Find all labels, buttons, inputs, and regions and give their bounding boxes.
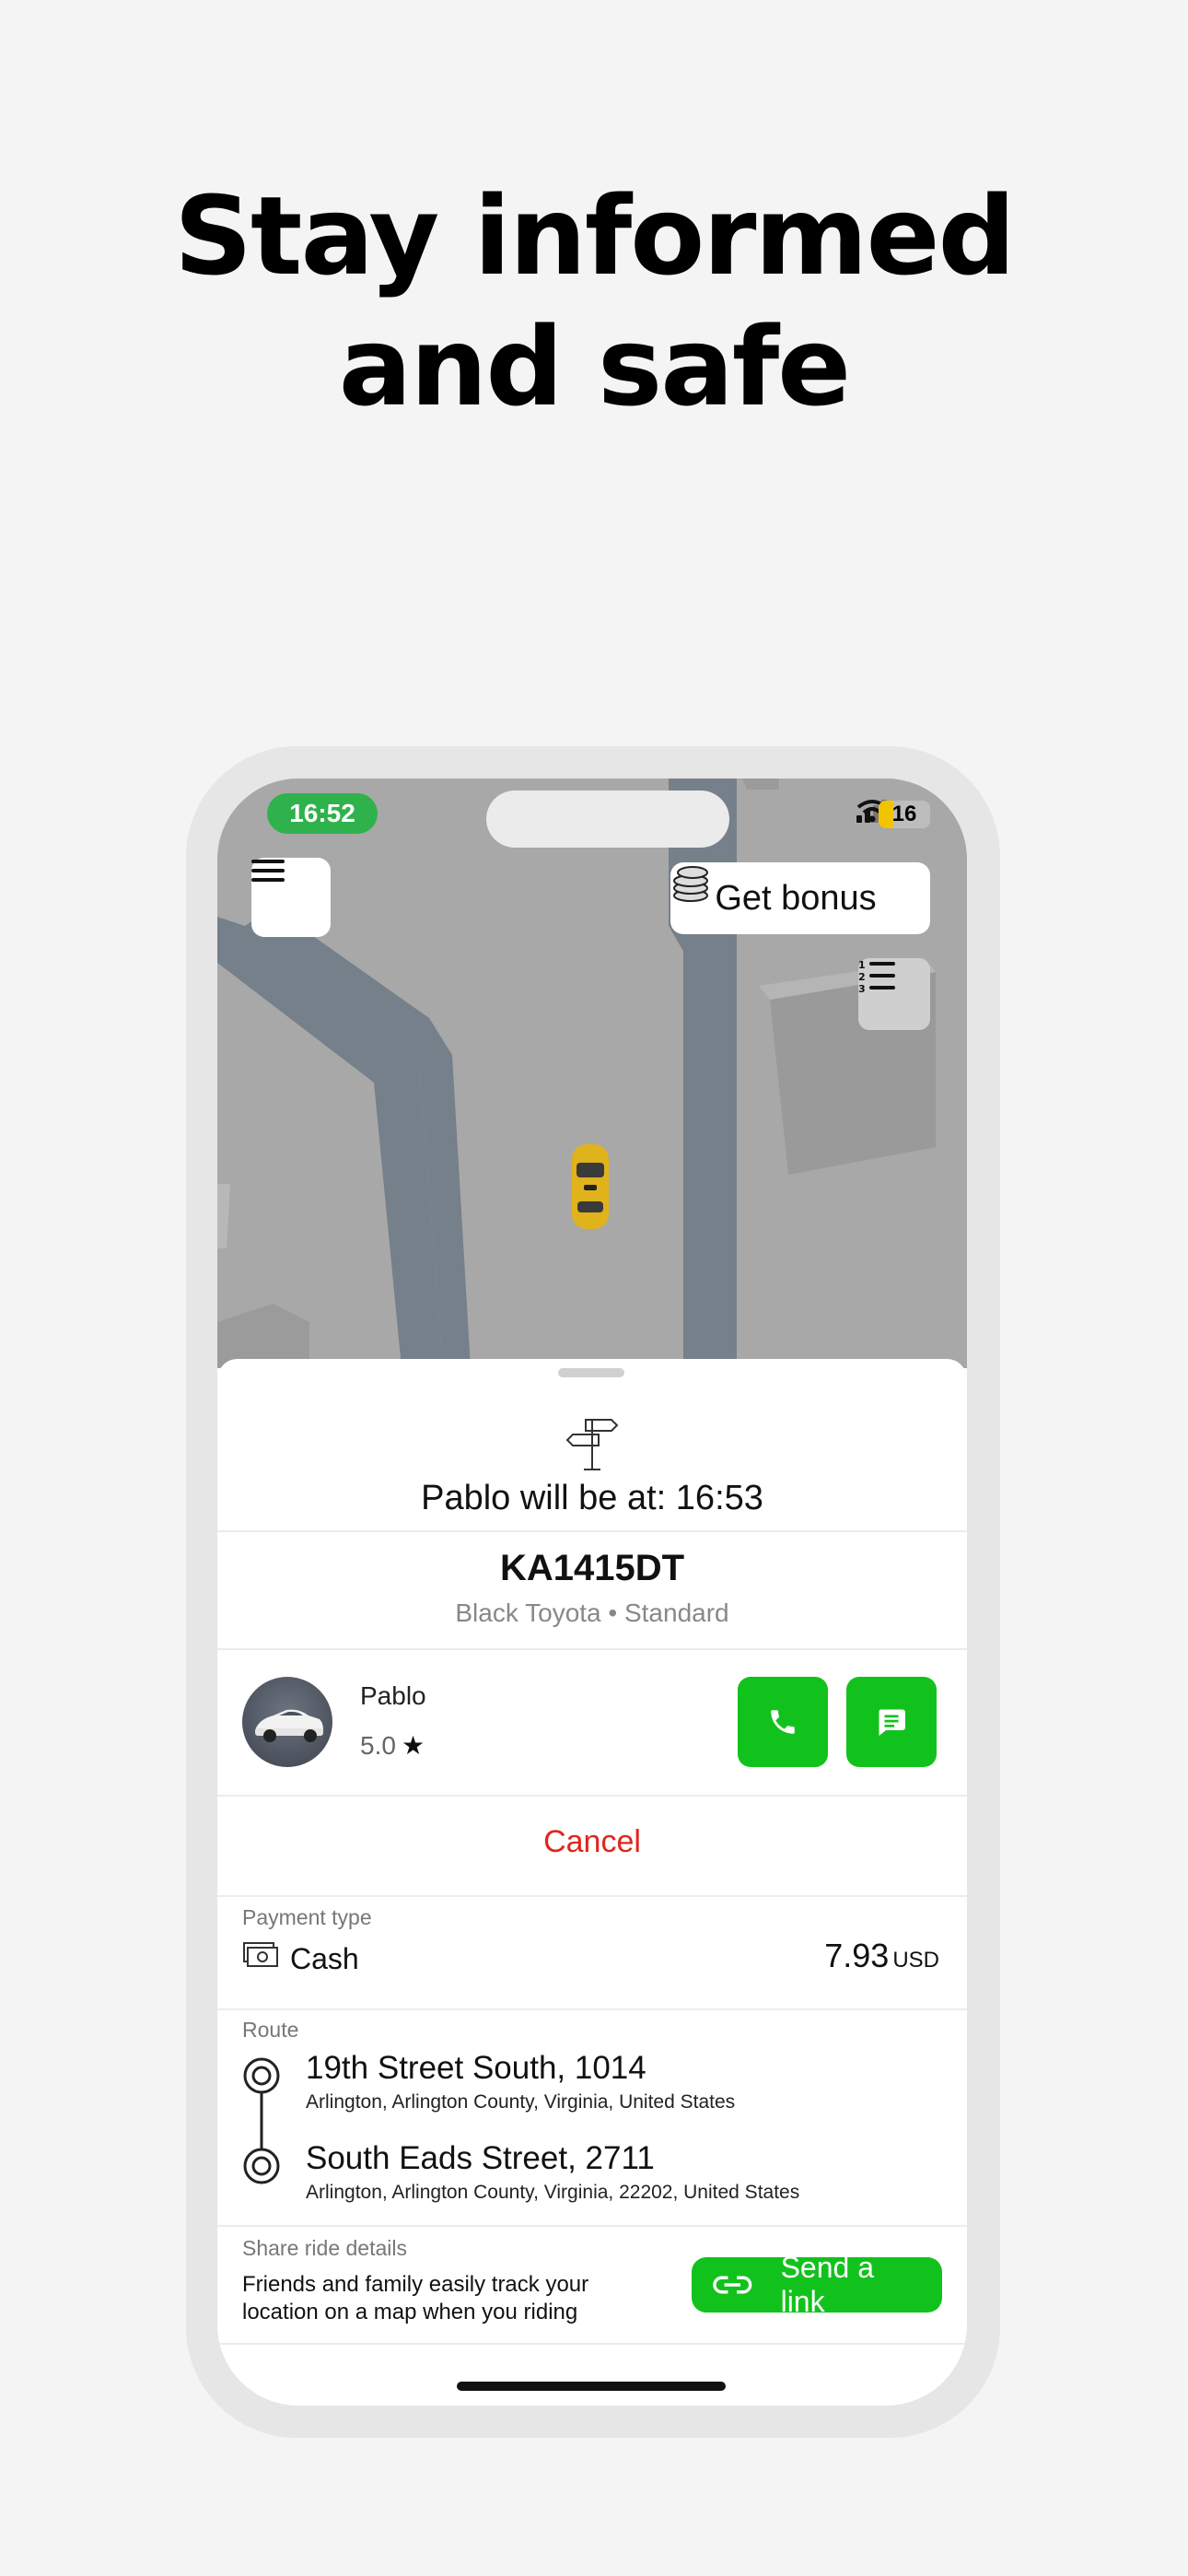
route-label: Route — [242, 2018, 299, 2042]
price-amount: 7.93 — [824, 1937, 890, 1974]
divider — [217, 2225, 967, 2227]
price-currency: USD — [892, 1948, 939, 1973]
eta-text: Pablo will be at: 16:53 — [421, 1479, 763, 1517]
payment-method[interactable]: Cash — [242, 1939, 359, 1978]
divider — [217, 1895, 967, 1897]
menu-button[interactable] — [251, 858, 331, 937]
signpost-icon — [564, 1414, 621, 1476]
phone-icon — [771, 1710, 795, 1734]
svg-text:3: 3 — [858, 983, 866, 993]
cancel-button[interactable]: Cancel — [217, 1824, 967, 1860]
trip-price: 7.93 USD — [824, 1937, 939, 1975]
payment-type-label: Payment type — [242, 1905, 372, 1929]
headline-line-1: Stay informed — [174, 172, 1016, 299]
svg-text:1: 1 — [858, 959, 866, 971]
route-list-button[interactable]: 1 2 3 — [858, 958, 930, 1030]
car-description: Black Toyota • Standard — [455, 1598, 729, 1627]
hamburger-icon — [251, 860, 285, 882]
cash-icon — [242, 1939, 279, 1978]
share-ride-label: Share ride details — [242, 2236, 407, 2260]
star-icon: ★ — [401, 1731, 425, 1760]
message-driver-button[interactable] — [846, 1677, 937, 1767]
battery-level: 16 — [891, 802, 917, 826]
svg-text:2: 2 — [858, 971, 866, 983]
payment-method-label: Cash — [290, 1941, 359, 1975]
divider — [217, 2343, 967, 2345]
headline: Stay informed and safe — [0, 170, 1188, 432]
driver-rating-value: 5.0 — [360, 1731, 396, 1760]
driver-car-avatar — [242, 1677, 332, 1767]
status-time: 16:52 — [267, 793, 378, 834]
driver-rating: 5.0 ★ — [360, 1730, 425, 1761]
destination-street[interactable]: South Eads Street, 2711 — [306, 2140, 655, 2177]
send-link-button[interactable]: Send a link — [692, 2251, 942, 2318]
share-ride-description: Friends and family easily track your loc… — [242, 2272, 589, 2324]
destination-detail: Arlington, Arlington County, Virginia, 2… — [306, 2182, 800, 2203]
pickup-street[interactable]: 19th Street South, 1014 — [306, 2050, 646, 2087]
battery-icon: 16 — [879, 801, 930, 828]
divider — [217, 2008, 967, 2010]
driver-name: Pablo — [360, 1681, 426, 1710]
home-indicator[interactable] — [457, 2382, 726, 2391]
pickup-detail: Arlington, Arlington County, Virginia, U… — [306, 2091, 736, 2113]
trip-sheet: Pablo will be at: 16:53 KA1415DT Black T… — [217, 1359, 967, 2406]
chat-icon — [879, 1709, 905, 1736]
divider — [217, 1530, 967, 1532]
dynamic-island — [486, 790, 729, 848]
headline-line-2: and safe — [338, 303, 851, 430]
link-icon — [713, 2276, 752, 2294]
divider — [217, 1795, 967, 1797]
numbered-list-icon: 1 2 3 — [858, 959, 895, 993]
send-link-label: Send a link — [780, 2251, 874, 2318]
divider — [217, 1648, 967, 1650]
route-line-icon — [242, 2056, 281, 2190]
map-view[interactable]: 16:52 16 Get bonus 1 2 3 — [217, 779, 967, 1368]
sheet-grabber[interactable] — [558, 1368, 624, 1377]
status-icons: 16 — [856, 799, 930, 830]
license-plate: KA1415DT — [499, 1548, 685, 1588]
phone-screen: 16:52 16 Get bonus 1 2 3 Pablo will be a… — [217, 779, 967, 2406]
get-bonus-label: Get bonus — [715, 878, 877, 918]
call-driver-button[interactable] — [738, 1677, 828, 1767]
get-bonus-button[interactable]: Get bonus — [670, 862, 930, 934]
